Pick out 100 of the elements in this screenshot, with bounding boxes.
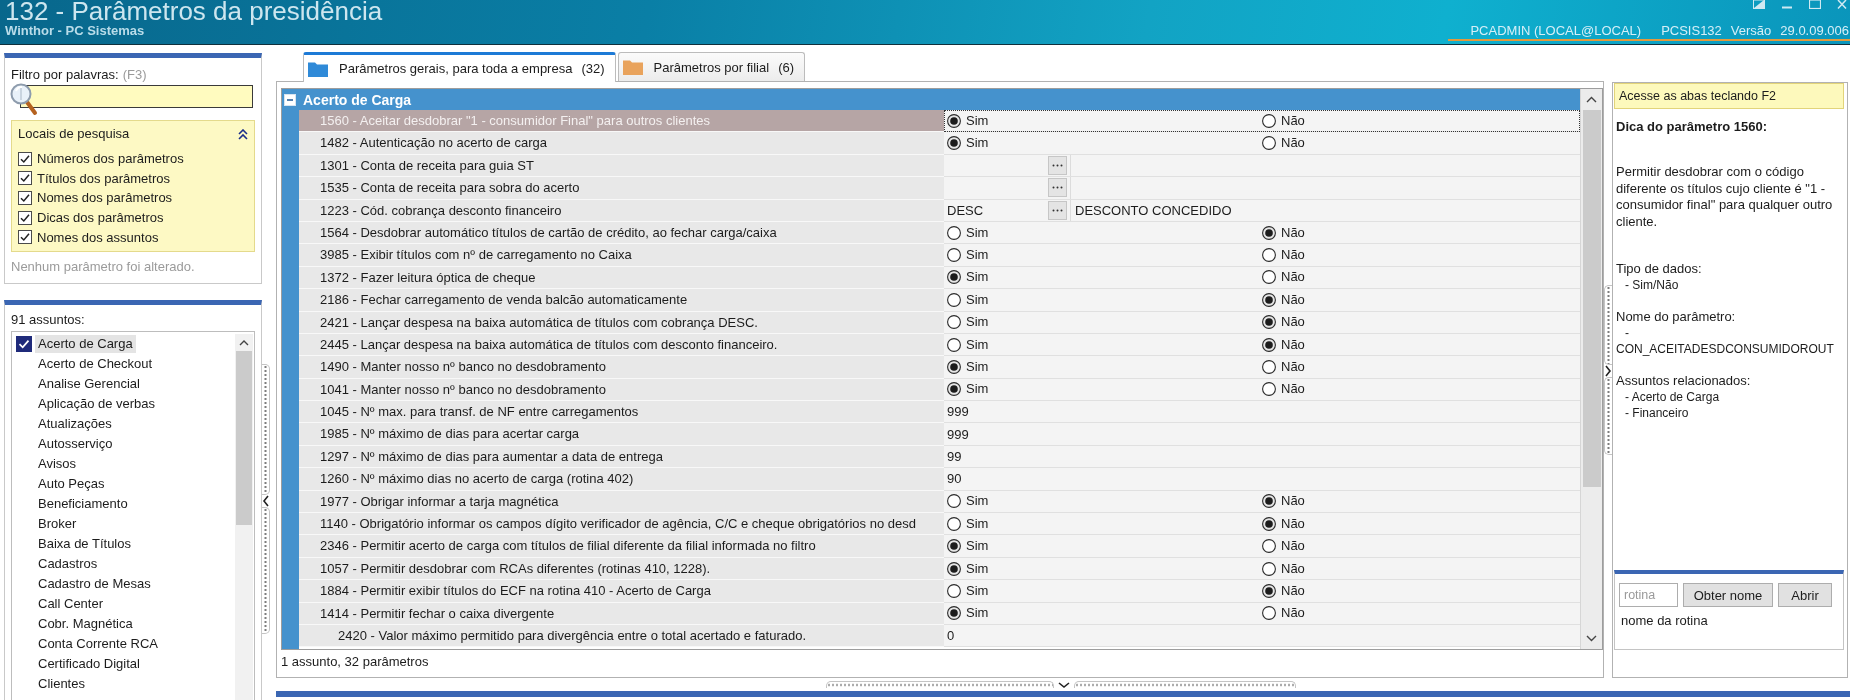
subject-item[interactable]: Cobr. Magnética	[35, 615, 136, 633]
radio-button[interactable]: Sim	[947, 224, 989, 241]
parameter-label[interactable]: 1297 - Nº máximo de dias para aumentar a data de entrega	[299, 445, 944, 469]
subject-item[interactable]: Cadastro de Mesas	[35, 575, 154, 593]
routine-field[interactable]: rotina	[1619, 583, 1678, 607]
radio-button[interactable]: Não	[1262, 605, 1305, 622]
splitter-grip[interactable]	[1604, 285, 1612, 365]
radio-button[interactable]: Não	[1262, 269, 1305, 286]
checkbox[interactable]: Números dos parâmetros	[18, 149, 184, 169]
splitter-grip[interactable]	[1604, 377, 1612, 455]
tab[interactable]: Parâmetros por filial (6)	[617, 52, 806, 81]
value-cell[interactable]: 999	[944, 401, 1580, 424]
chevron-down-icon[interactable]	[1058, 680, 1070, 689]
parameter-label[interactable]: 1260 - Nº máximo dias no acerto de carga (rotina 402)	[299, 468, 944, 491]
radio-button[interactable]: Não	[1262, 515, 1305, 532]
radio-button[interactable]: Sim	[947, 605, 989, 622]
collapse-chevron-icon[interactable]	[238, 128, 248, 140]
parameter-label[interactable]: 1372 - Fazer leitura óptica de cheque	[299, 266, 944, 290]
get-name-button[interactable]: Obter nome	[1683, 583, 1773, 607]
parameter-label[interactable]: 1535 - Conta de receita para sobra do acerto	[299, 177, 944, 200]
maximize-icon[interactable]	[1809, 0, 1821, 9]
parameter-label[interactable]: 1414 - Permitir fechar o caixa divergente	[299, 602, 944, 625]
radio-button[interactable]: Não	[1262, 247, 1305, 264]
radio-button[interactable]: Sim	[947, 582, 989, 599]
subject-item[interactable]: Acerto de Carga	[35, 335, 136, 353]
parameter-label[interactable]: 1140 - Obrigatório informar os campos dígito verificador de agência, C/C e cheque obrigatórios no desd	[299, 513, 944, 536]
radio-button[interactable]: Não	[1262, 314, 1305, 331]
subject-item[interactable]: Aplicação de verbas	[35, 395, 159, 413]
parameter-label[interactable]: 1564 - Desdobrar automático títulos de cartão de crédito, ao fechar carga/caixa	[299, 221, 944, 245]
parameter-label[interactable]: 1490 - Manter nosso nº banco no desdobramento	[299, 356, 944, 379]
subject-item[interactable]: Analise Gerencial	[35, 375, 143, 393]
parameter-label[interactable]: 1482 - Autenticação no acerto de carga	[299, 132, 944, 155]
scroll-down-icon[interactable]	[1586, 635, 1597, 642]
radio-button[interactable]: Não	[1262, 381, 1305, 398]
radio-button[interactable]: Sim	[947, 359, 989, 375]
radio-button[interactable]: Não	[1262, 135, 1305, 152]
radio-button[interactable]: Sim	[947, 247, 989, 264]
close-icon[interactable]	[1837, 0, 1847, 9]
value-cell[interactable]: 0	[944, 625, 1580, 648]
parameter-label[interactable]: 3985 - Exibir títulos com nº de carregamento no Caixa	[299, 244, 944, 267]
radio-button[interactable]: Não	[1262, 112, 1305, 129]
radio-button[interactable]: Não	[1262, 224, 1305, 241]
subject-item[interactable]: Call Center	[35, 595, 107, 613]
radio-button[interactable]: Sim	[947, 381, 989, 398]
checkbox-icon[interactable]	[16, 336, 32, 352]
browse-button[interactable]	[1048, 200, 1067, 220]
radio-button[interactable]: Sim	[947, 314, 989, 331]
chevron-left-icon[interactable]	[262, 495, 270, 507]
radio-button[interactable]: Sim	[947, 336, 989, 353]
subject-item[interactable]: Baixa de Títulos	[35, 535, 134, 553]
checkbox[interactable]: Nomes dos parâmetros	[18, 188, 173, 208]
radio-button[interactable]: Sim	[947, 538, 989, 555]
radio-button[interactable]: Não	[1262, 493, 1305, 510]
browse-button[interactable]	[1048, 155, 1067, 175]
parameter-label[interactable]: 1223 - Cód. cobrança desconto financeiro	[299, 199, 944, 222]
parameter-label[interactable]: 1884 - Permitir exibir títulos do ECF na rotina 410 - Acerto de Carga	[299, 580, 944, 603]
search-field[interactable]	[20, 85, 253, 108]
parameter-label[interactable]: 2186 - Fechar carregamento de venda balcão automaticamente	[299, 289, 944, 312]
radio-button[interactable]: Não	[1262, 359, 1305, 375]
parameter-label[interactable]: 1045 - Nº max. para transf. de NF entre carregamentos	[299, 401, 944, 424]
radio-button[interactable]: Sim	[947, 515, 989, 532]
scroll-up-icon[interactable]	[239, 340, 249, 346]
parameter-label[interactable]: 2421 - Lançar despesa na baixa automática de títulos com cobrança DESC.	[299, 311, 944, 334]
radio-button[interactable]: Não	[1262, 336, 1305, 353]
parameter-label[interactable]: 1057 - Permitir desdobrar com RCAs diferentes (rotinas 410, 1228).	[299, 557, 944, 581]
checkbox[interactable]: Nomes dos assuntos	[18, 227, 159, 247]
subject-item[interactable]: Auto Peças	[35, 475, 108, 493]
scrollbar-track[interactable]	[1580, 89, 1602, 649]
subject-item[interactable]: Certificado Digital	[35, 655, 143, 673]
value-cell[interactable]: 90	[944, 468, 1580, 491]
checkbox[interactable]: Dicas dos parâmetros	[18, 207, 164, 228]
subject-item[interactable]: Conta Corrente RCA	[35, 635, 161, 653]
value-cell[interactable]: 99	[944, 445, 1580, 469]
subject-item[interactable]: Beneficiamento	[35, 495, 131, 513]
radio-button[interactable]: Sim	[947, 560, 989, 577]
subject-item[interactable]: Broker	[35, 515, 80, 533]
parameter-label[interactable]: 2445 - Lançar despesa na baixa automática de títulos com desconto financeiro.	[299, 333, 944, 357]
subject-item[interactable]: Autosserviço	[35, 435, 116, 453]
radio-button[interactable]: Sim	[947, 291, 989, 308]
browse-button[interactable]	[1048, 178, 1067, 198]
parameter-label[interactable]: 1041 - Manter nosso nº banco no desdobramento	[299, 378, 944, 402]
tab[interactable]: Parâmetros gerais, para toda a empresa (32)	[303, 52, 616, 82]
value-cell[interactable]: 999	[944, 423, 1580, 446]
chevron-right-icon[interactable]	[1604, 365, 1612, 377]
scrollbar-thumb[interactable]	[1582, 110, 1601, 487]
subject-item[interactable]: Avisos	[35, 455, 80, 473]
scroll-up-icon[interactable]	[1586, 96, 1597, 103]
radio-button[interactable]: Sim	[947, 269, 989, 286]
subject-item[interactable]: Acerto de Checkout	[35, 355, 156, 373]
splitter-grip[interactable]	[262, 507, 270, 634]
parameter-label[interactable]: 2420 - Valor máximo permitido para divergência entre o total acertado e faturado.	[299, 625, 944, 648]
parameter-label[interactable]: 1985 - Nº máximo de dias para acertar carga	[299, 423, 944, 446]
parameter-label[interactable]: 1977 - Obrigar informar a tarja magnética	[299, 490, 944, 514]
radio-button[interactable]: Não	[1262, 538, 1305, 555]
radio-button[interactable]: Sim	[947, 135, 989, 152]
splitter-grip[interactable]	[262, 364, 270, 495]
radio-button[interactable]: Sim	[947, 112, 989, 129]
radio-button[interactable]: Não	[1262, 291, 1305, 308]
subject-item[interactable]: Atualizações	[35, 415, 115, 433]
resize-icon[interactable]	[1753, 0, 1765, 9]
